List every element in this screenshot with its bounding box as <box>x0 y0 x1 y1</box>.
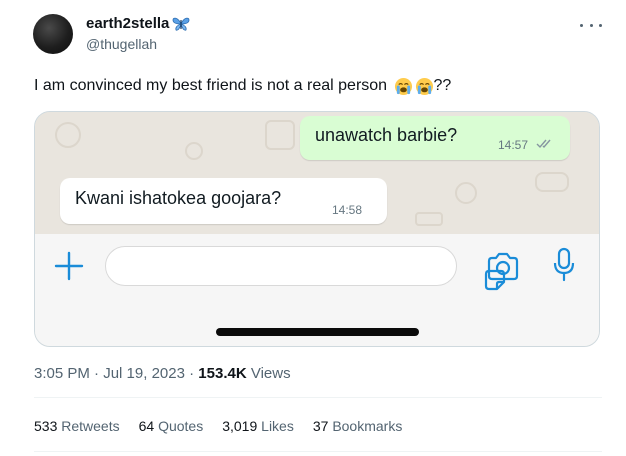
divider <box>34 397 602 398</box>
quotes-count: 64 <box>138 418 155 434</box>
retweets-stat[interactable]: 533 Retweets <box>34 418 120 434</box>
incoming-message-text: Kwani ishatokea goojara? <box>75 188 282 208</box>
microphone-icon[interactable] <box>552 247 576 283</box>
outgoing-message-text: unawatch barbie? <box>315 125 458 145</box>
double-check-icon <box>536 139 551 149</box>
engagement-stats: 533 Retweets 64 Quotes 3,019 Likes 37 Bo… <box>34 418 402 434</box>
message-input[interactable] <box>105 246 506 291</box>
butterfly-icon <box>172 17 190 31</box>
likes-count: 3,019 <box>222 418 258 434</box>
quotes-label: Quotes <box>158 418 204 434</box>
bookmarks-count: 37 <box>312 418 329 434</box>
avatar[interactable] <box>33 14 73 54</box>
bookmarks-label: Bookmarks <box>332 418 403 434</box>
home-indicator <box>216 328 419 336</box>
tweet-media-image[interactable]: unawatch barbie? 14:57 Kwani ishatokea g… <box>34 111 600 347</box>
tweet-suffix: ?? <box>433 77 452 94</box>
message-composer <box>35 234 599 346</box>
tweet-date[interactable]: Jul 19, 2023 <box>103 365 185 382</box>
meta-separator: · <box>189 365 195 382</box>
tweet-time[interactable]: 3:05 PM <box>34 365 90 382</box>
tweet-body: I am convinced my best friend is not a r… <box>34 77 388 94</box>
incoming-message-time: 14:58 <box>332 203 363 217</box>
outgoing-message-bubble[interactable]: unawatch barbie? 14:57 <box>300 116 570 160</box>
divider <box>34 451 602 452</box>
likes-stat[interactable]: 3,019 Likes <box>222 418 294 434</box>
loudly-crying-face-icon <box>415 77 433 95</box>
views-label: Views <box>250 365 291 382</box>
bookmarks-stat[interactable]: 37 Bookmarks <box>313 418 403 434</box>
plus-icon[interactable] <box>53 250 85 282</box>
camera-icon[interactable] <box>485 252 521 282</box>
views-count: 153.4K <box>198 365 247 382</box>
retweets-count: 533 <box>34 418 58 434</box>
quotes-stat[interactable]: 64 Quotes <box>139 418 204 434</box>
tweet-text: I am convinced my best friend is not a r… <box>34 75 451 97</box>
tweet-meta: 3:05 PM · Jul 19, 2023 · 153.4K Views <box>34 365 291 382</box>
outgoing-message-time: 14:57 <box>498 138 529 152</box>
display-name-row[interactable]: earth2stella <box>86 14 190 33</box>
loudly-crying-face-icon <box>394 77 412 95</box>
display-name[interactable]: earth2stella <box>86 14 169 33</box>
more-options-icon[interactable] <box>580 18 602 32</box>
author-block: earth2stella @thugellah <box>86 14 190 54</box>
meta-separator: · <box>94 365 100 382</box>
retweets-label: Retweets <box>61 418 120 434</box>
incoming-message-bubble[interactable]: Kwani ishatokea goojara? 14:58 <box>60 178 387 224</box>
likes-label: Likes <box>261 418 294 434</box>
user-handle[interactable]: @thugellah <box>86 34 190 54</box>
